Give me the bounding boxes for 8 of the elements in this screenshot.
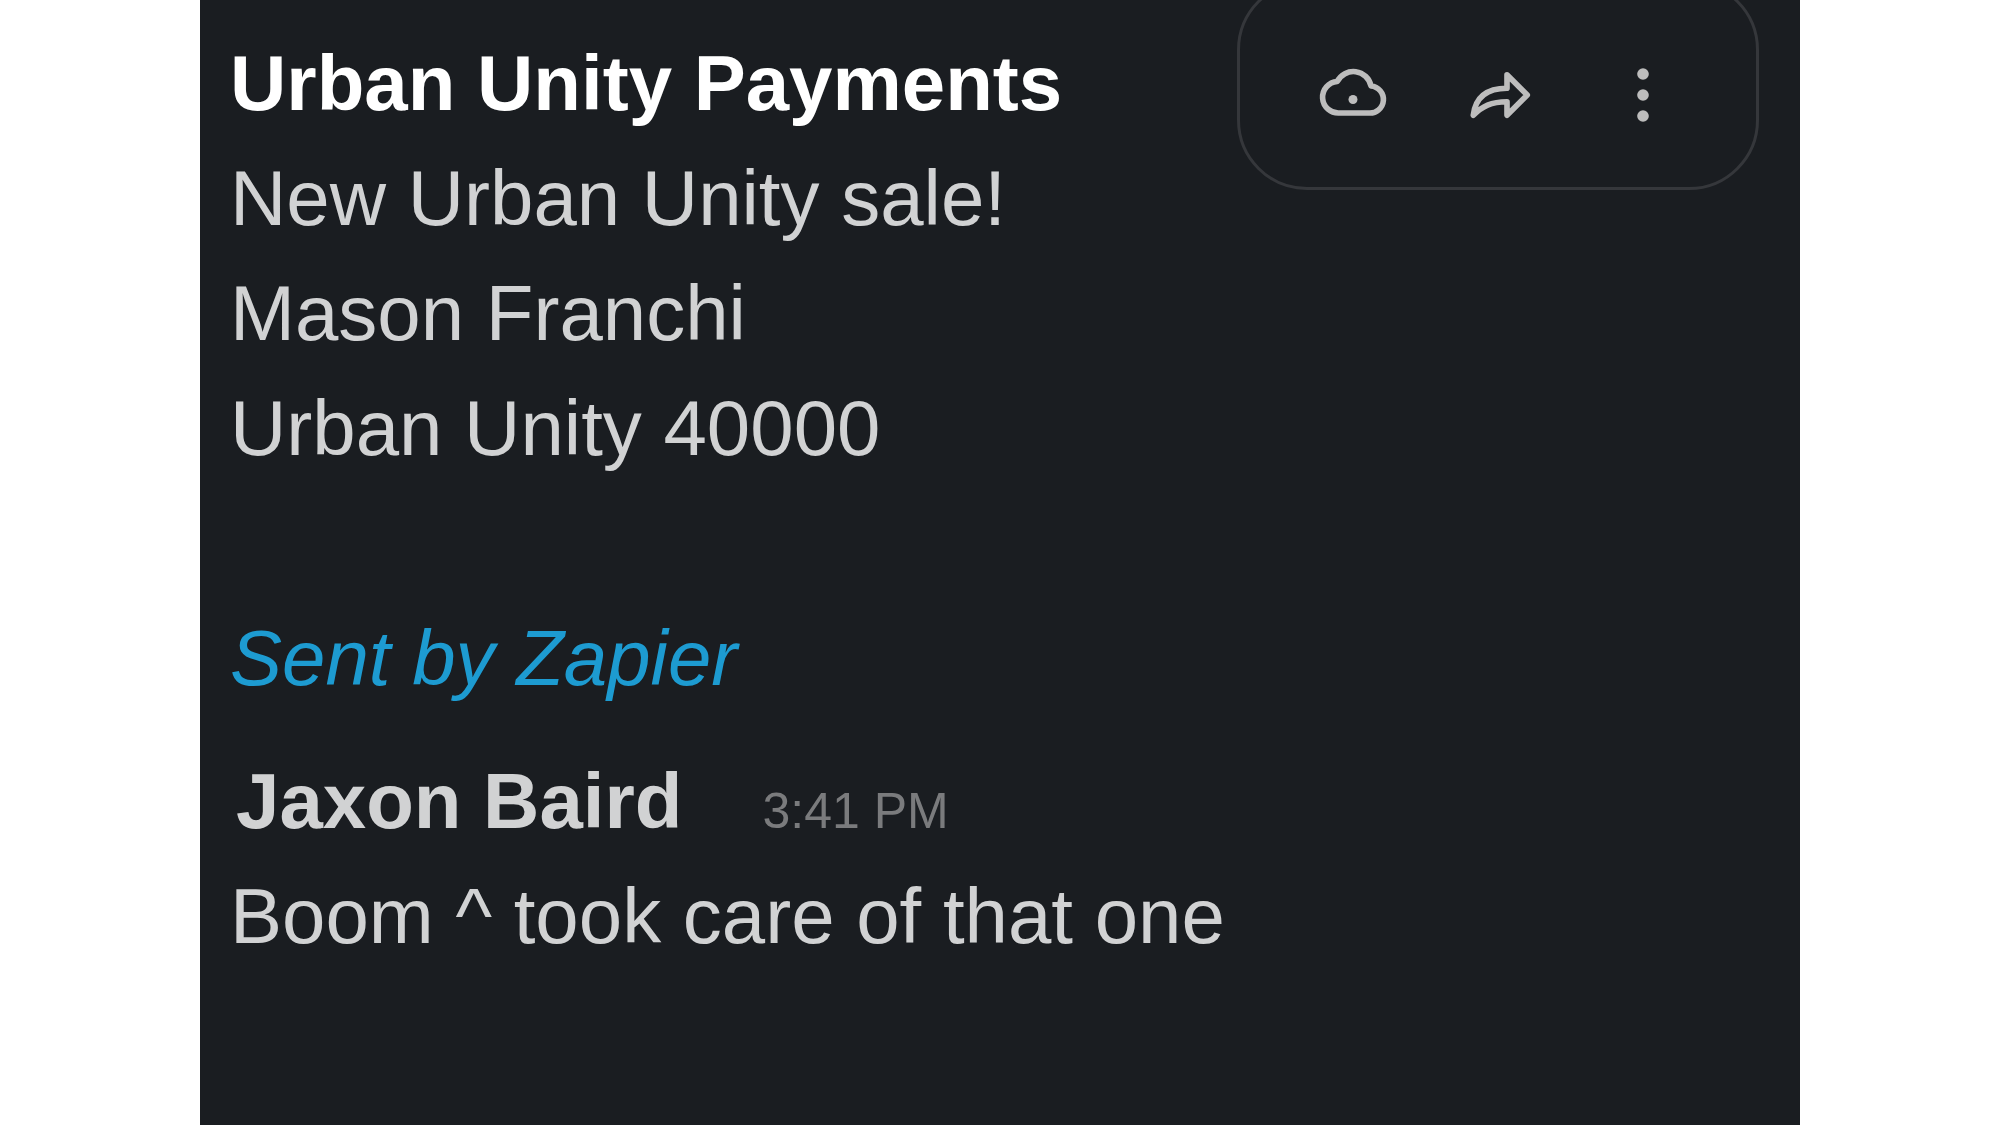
sender-name[interactable]: Jaxon Baird: [236, 744, 683, 859]
sender-name[interactable]: Urban Unity Payments: [230, 26, 1063, 141]
timestamp[interactable]: 3:41 PM: [762, 774, 949, 849]
message-line: New Urban Unity sale!: [230, 153, 1006, 244]
message-text: Boom ^ took care of that one: [230, 871, 1225, 962]
message-line: Urban Unity 40000: [230, 383, 881, 474]
zapier-link[interactable]: Sent by Zapier: [230, 601, 738, 716]
message-line: Mason Franchi: [230, 268, 746, 359]
